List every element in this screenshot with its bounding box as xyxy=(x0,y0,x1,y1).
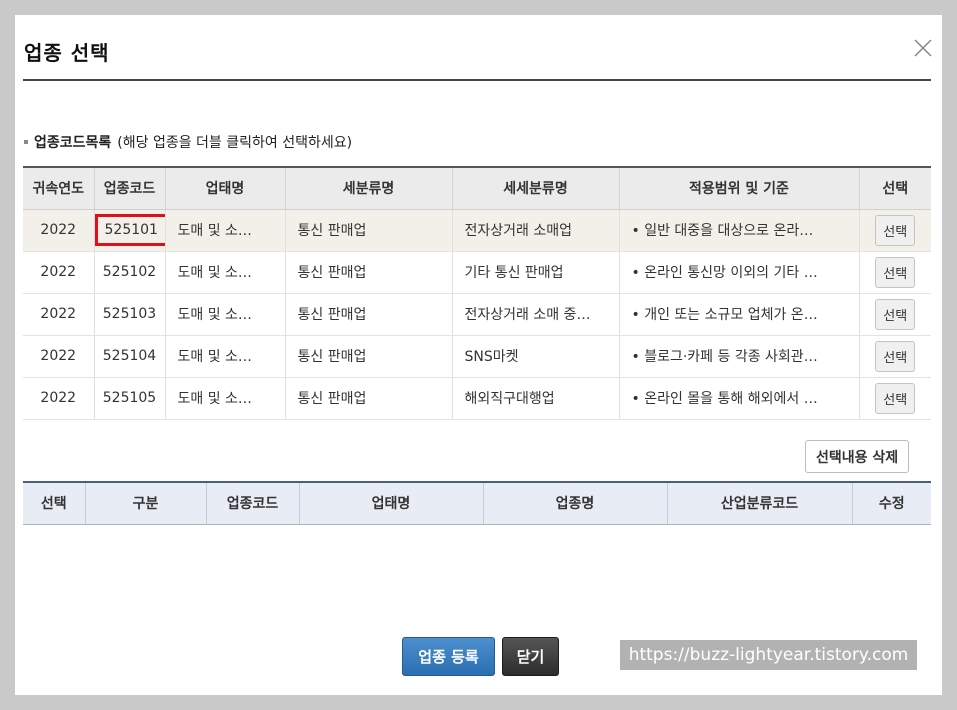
cell-business-type: 도매 및 소… xyxy=(165,209,286,252)
dialog-title: 업종 선택 xyxy=(24,41,110,65)
cell-sub-subclass: SNS마켓 xyxy=(452,335,620,378)
col-header-code: 업종코드 xyxy=(206,482,300,525)
col-header-select: 선택 xyxy=(859,167,931,210)
col-header-business-type: 업태명 xyxy=(299,482,484,525)
table-header-row: 선택 구분 업종코드 업태명 업종명 산업분류코드 수정 xyxy=(23,482,931,525)
cell-code: 525101 xyxy=(94,209,166,252)
cell-business-type: 도매 및 소… xyxy=(165,293,286,336)
table-row[interactable]: 2022 525105 도매 및 소… 통신 판매업 해외직구대행업 • 온라인… xyxy=(23,377,931,420)
cell-year: 2022 xyxy=(23,251,95,294)
close-icon[interactable] xyxy=(912,37,934,59)
cell-scope: • 블로그·카페 등 각종 사회관… xyxy=(619,335,860,378)
cell-select: 선택 xyxy=(859,209,931,252)
col-header-industry-name: 업종명 xyxy=(483,482,668,525)
select-button[interactable]: 선택 xyxy=(875,340,916,372)
cell-year: 2022 xyxy=(23,293,95,336)
delete-selection-button[interactable]: 선택내용 삭제 xyxy=(805,440,910,473)
selected-industry-table: 선택 구분 업종코드 업태명 업종명 산업분류코드 수정 xyxy=(23,481,931,525)
cell-year: 2022 xyxy=(23,377,95,420)
cell-business-type: 도매 및 소… xyxy=(165,377,286,420)
highlighted-code: 525101 xyxy=(94,214,164,246)
cell-code: 525102 xyxy=(94,251,166,294)
col-header-category: 구분 xyxy=(85,482,207,525)
select-button[interactable]: 선택 xyxy=(875,256,916,288)
cell-code: 525104 xyxy=(94,335,166,378)
cell-business-type: 도매 및 소… xyxy=(165,335,286,378)
cell-subclass: 통신 판매업 xyxy=(285,293,453,336)
col-header-edit: 수정 xyxy=(852,482,931,525)
register-industry-button[interactable]: 업종 등록 xyxy=(402,637,495,676)
section-hint: (해당 업종을 더블 클릭하여 선택하세요) xyxy=(117,135,353,151)
table-row[interactable]: 2022 525101 도매 및 소… 통신 판매업 전자상거래 소매업 • 일… xyxy=(23,209,931,252)
cell-select: 선택 xyxy=(859,293,931,336)
select-button[interactable]: 선택 xyxy=(875,298,916,330)
cell-select: 선택 xyxy=(859,377,931,420)
col-header-year: 귀속연도 xyxy=(23,167,95,210)
cell-year: 2022 xyxy=(23,335,95,378)
cell-subclass: 통신 판매업 xyxy=(285,209,453,252)
select-button[interactable]: 선택 xyxy=(875,214,916,246)
cell-subclass: 통신 판매업 xyxy=(285,251,453,294)
cell-code: 525103 xyxy=(94,293,166,336)
cell-sub-subclass: 전자상거래 소매 중… xyxy=(452,293,620,336)
cell-scope: • 온라인 통신망 이외의 기타 … xyxy=(619,251,860,294)
cell-select: 선택 xyxy=(859,251,931,294)
bullet-icon xyxy=(24,140,28,144)
col-header-scope: 적용범위 및 기준 xyxy=(619,167,860,210)
watermark: https://buzz-lightyear.tistory.com xyxy=(620,640,917,670)
col-header-select: 선택 xyxy=(23,482,86,525)
section-label: 업종코드목록 (해당 업종을 더블 클릭하여 선택하세요) xyxy=(24,132,352,152)
cell-scope: • 개인 또는 소규모 업체가 온… xyxy=(619,293,860,336)
cell-business-type: 도매 및 소… xyxy=(165,251,286,294)
cell-sub-subclass: 기타 통신 판매업 xyxy=(452,251,620,294)
cell-sub-subclass: 해외직구대행업 xyxy=(452,377,620,420)
cell-year: 2022 xyxy=(23,209,95,252)
col-header-sub-subclass: 세세분류명 xyxy=(452,167,620,210)
cell-sub-subclass: 전자상거래 소매업 xyxy=(452,209,620,252)
select-button[interactable]: 선택 xyxy=(875,382,916,414)
close-button[interactable]: 닫기 xyxy=(502,637,559,676)
section-title: 업종코드목록 xyxy=(34,135,112,151)
col-header-business-type: 업태명 xyxy=(165,167,286,210)
col-header-subclass: 세분류명 xyxy=(285,167,453,210)
table-row[interactable]: 2022 525104 도매 및 소… 통신 판매업 SNS마켓 • 블로그·카… xyxy=(23,335,931,378)
col-header-code: 업종코드 xyxy=(94,167,166,210)
table-header-row: 귀속연도 업종코드 업태명 세분류명 세세분류명 적용범위 및 기준 선택 xyxy=(23,167,931,210)
table-row[interactable]: 2022 525102 도매 및 소… 통신 판매업 기타 통신 판매업 • 온… xyxy=(23,251,931,294)
cell-select: 선택 xyxy=(859,335,931,378)
cell-subclass: 통신 판매업 xyxy=(285,335,453,378)
cell-subclass: 통신 판매업 xyxy=(285,377,453,420)
dialog: 업종 선택 업종코드목록 (해당 업종을 더블 클릭하여 선택하세요) 귀속연도… xyxy=(15,15,942,695)
cell-code: 525105 xyxy=(94,377,166,420)
cell-scope: • 온라인 몰을 통해 해외에서 … xyxy=(619,377,860,420)
table-row[interactable]: 2022 525103 도매 및 소… 통신 판매업 전자상거래 소매 중… •… xyxy=(23,293,931,336)
col-header-industry-class-code: 산업분류코드 xyxy=(667,482,853,525)
title-divider xyxy=(23,79,931,81)
industry-code-table: 귀속연도 업종코드 업태명 세분류명 세세분류명 적용범위 및 기준 선택 20… xyxy=(23,166,931,420)
cell-scope: • 일반 대중을 대상으로 온라… xyxy=(619,209,860,252)
